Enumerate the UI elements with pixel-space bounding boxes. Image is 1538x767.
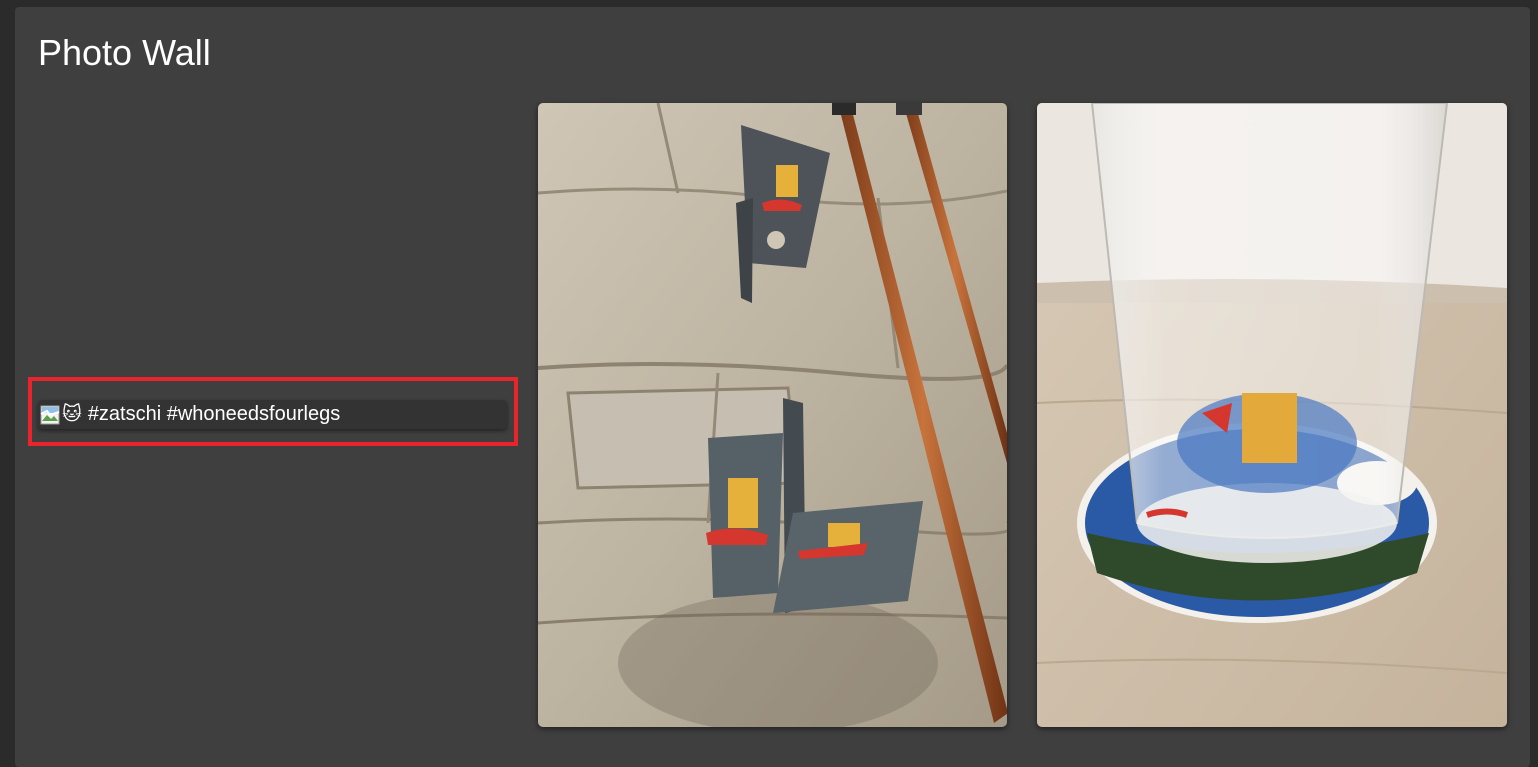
photo-card-glass[interactable] — [1037, 103, 1507, 727]
glass-photo-image — [1037, 103, 1507, 727]
photo-card-wall[interactable] — [538, 103, 1007, 727]
wall-photo-image — [538, 103, 1007, 727]
photo-card-broken[interactable]: 🐱 #zatschi #whoneedsfourlegs — [38, 400, 507, 429]
photo-caption: #zatschi #whoneedsfourlegs — [87, 403, 341, 425]
page-title: Photo Wall — [38, 32, 211, 73]
broken-image-icon — [40, 405, 60, 424]
cat-emoji: 🐱 — [62, 404, 82, 425]
